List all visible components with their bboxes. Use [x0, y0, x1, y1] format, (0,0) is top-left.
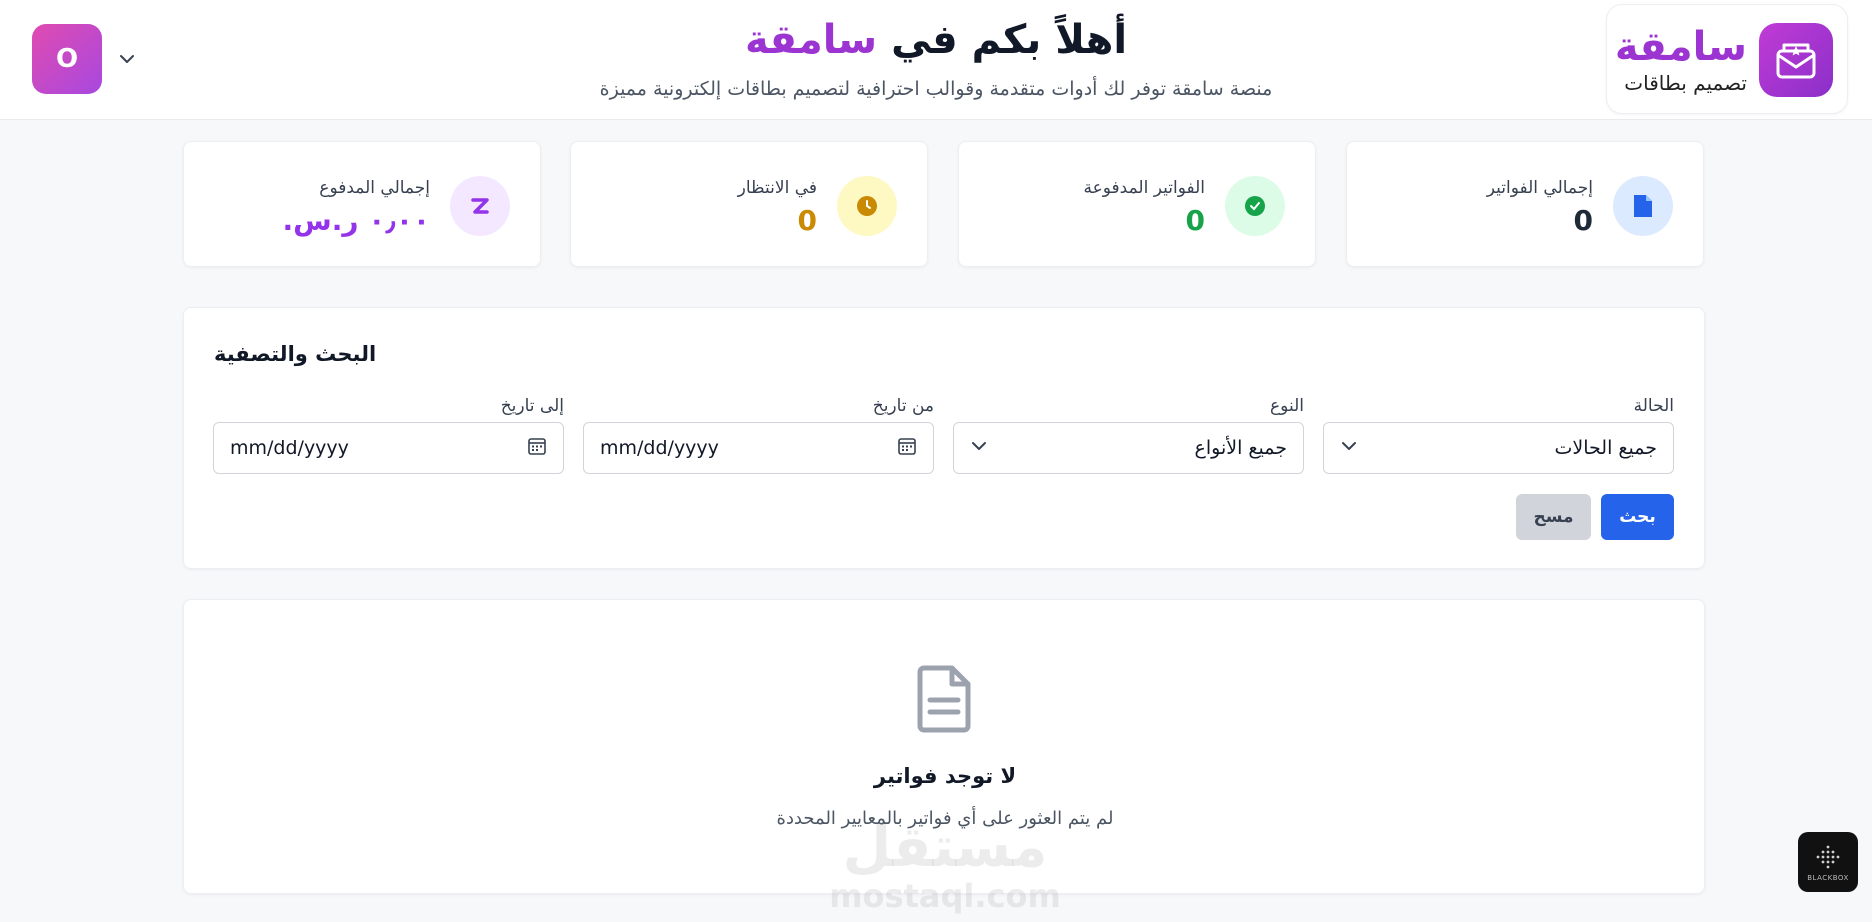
- page-title: أهلاً بكم في سامقة: [0, 14, 1872, 66]
- chevron-down-icon: [970, 437, 988, 460]
- clock-icon: [837, 176, 897, 236]
- clear-button[interactable]: مسح: [1516, 494, 1591, 540]
- money-icon: [450, 176, 510, 236]
- from-date-input[interactable]: mm/dd/yyyy: [583, 422, 934, 474]
- from-date-label: من تاريخ: [872, 396, 934, 416]
- search-filter-panel: البحث والتصفية الحالة جميع الحالات النوع…: [183, 307, 1705, 569]
- stat-card-paid-invoices: الفواتير المدفوعة 0: [958, 141, 1316, 267]
- type-select[interactable]: جميع الأنواع: [953, 422, 1304, 474]
- chevron-down-icon: [1340, 437, 1358, 460]
- to-date-label: إلى تاريخ: [500, 396, 564, 416]
- page-subtitle: منصة سامقة توفر لك أدوات متقدمة وقوالب ا…: [599, 78, 1273, 100]
- stat-card-total-paid: إجمالي المدفوع ٠٫٠٠ ر.س.: [183, 141, 541, 267]
- document-icon: [1613, 176, 1673, 236]
- chevron-down-icon[interactable]: [116, 48, 138, 70]
- welcome-brand: سامقة: [744, 17, 878, 63]
- calendar-icon[interactable]: [897, 436, 917, 461]
- empty-description: لم يتم العثور على أي فواتير بالمعايير ال…: [776, 808, 1114, 829]
- filter-title: البحث والتصفية: [214, 342, 377, 366]
- stat-value: ٠٫٠٠ ر.س.: [282, 204, 430, 237]
- stat-label: إجمالي المدفوع: [319, 178, 430, 198]
- empty-title: لا توجد فواتير: [873, 764, 1017, 788]
- watermark-latin: mostaql.com: [829, 877, 1061, 915]
- status-label: الحالة: [1633, 396, 1674, 416]
- status-select-value: جميع الحالات: [1554, 437, 1657, 459]
- to-date-placeholder: mm/dd/yyyy: [230, 437, 349, 459]
- stat-label: الفواتير المدفوعة: [1083, 178, 1205, 198]
- watermark: مستقل mostaql.com: [184, 818, 1706, 915]
- blackbox-badge[interactable]: BLACKBOX: [1798, 832, 1858, 892]
- stat-label: إجمالي الفواتير: [1486, 178, 1593, 198]
- stat-value: 0: [797, 204, 817, 237]
- stat-card-pending: في الانتظار 0: [570, 141, 928, 267]
- stat-card-total-invoices: إجمالي الفواتير 0: [1346, 141, 1704, 267]
- badge-label: BLACKBOX: [1807, 873, 1849, 882]
- top-header: سامقة تصميم بطاقات أهلاً بكم في سامقة من…: [0, 0, 1872, 120]
- stat-value: 0: [1573, 204, 1593, 237]
- check-circle-icon: [1225, 176, 1285, 236]
- status-select[interactable]: جميع الحالات: [1323, 422, 1674, 474]
- welcome-prefix: أهلاً بكم في: [891, 17, 1128, 63]
- to-date-input[interactable]: mm/dd/yyyy: [213, 422, 564, 474]
- type-label: النوع: [1270, 396, 1304, 416]
- type-select-value: جميع الأنواع: [1194, 437, 1287, 459]
- search-button[interactable]: بحث: [1601, 494, 1674, 540]
- stat-value: 0: [1185, 204, 1205, 237]
- avatar[interactable]: O: [32, 24, 102, 94]
- stat-label: في الانتظار: [737, 178, 817, 198]
- invoices-empty-state: لا توجد فواتير لم يتم العثور على أي فوات…: [183, 599, 1705, 914]
- from-date-placeholder: mm/dd/yyyy: [600, 437, 719, 459]
- document-lines-icon: [912, 664, 978, 734]
- calendar-icon[interactable]: [527, 436, 547, 461]
- dots-icon: [1816, 845, 1840, 868]
- user-menu[interactable]: O: [32, 24, 142, 94]
